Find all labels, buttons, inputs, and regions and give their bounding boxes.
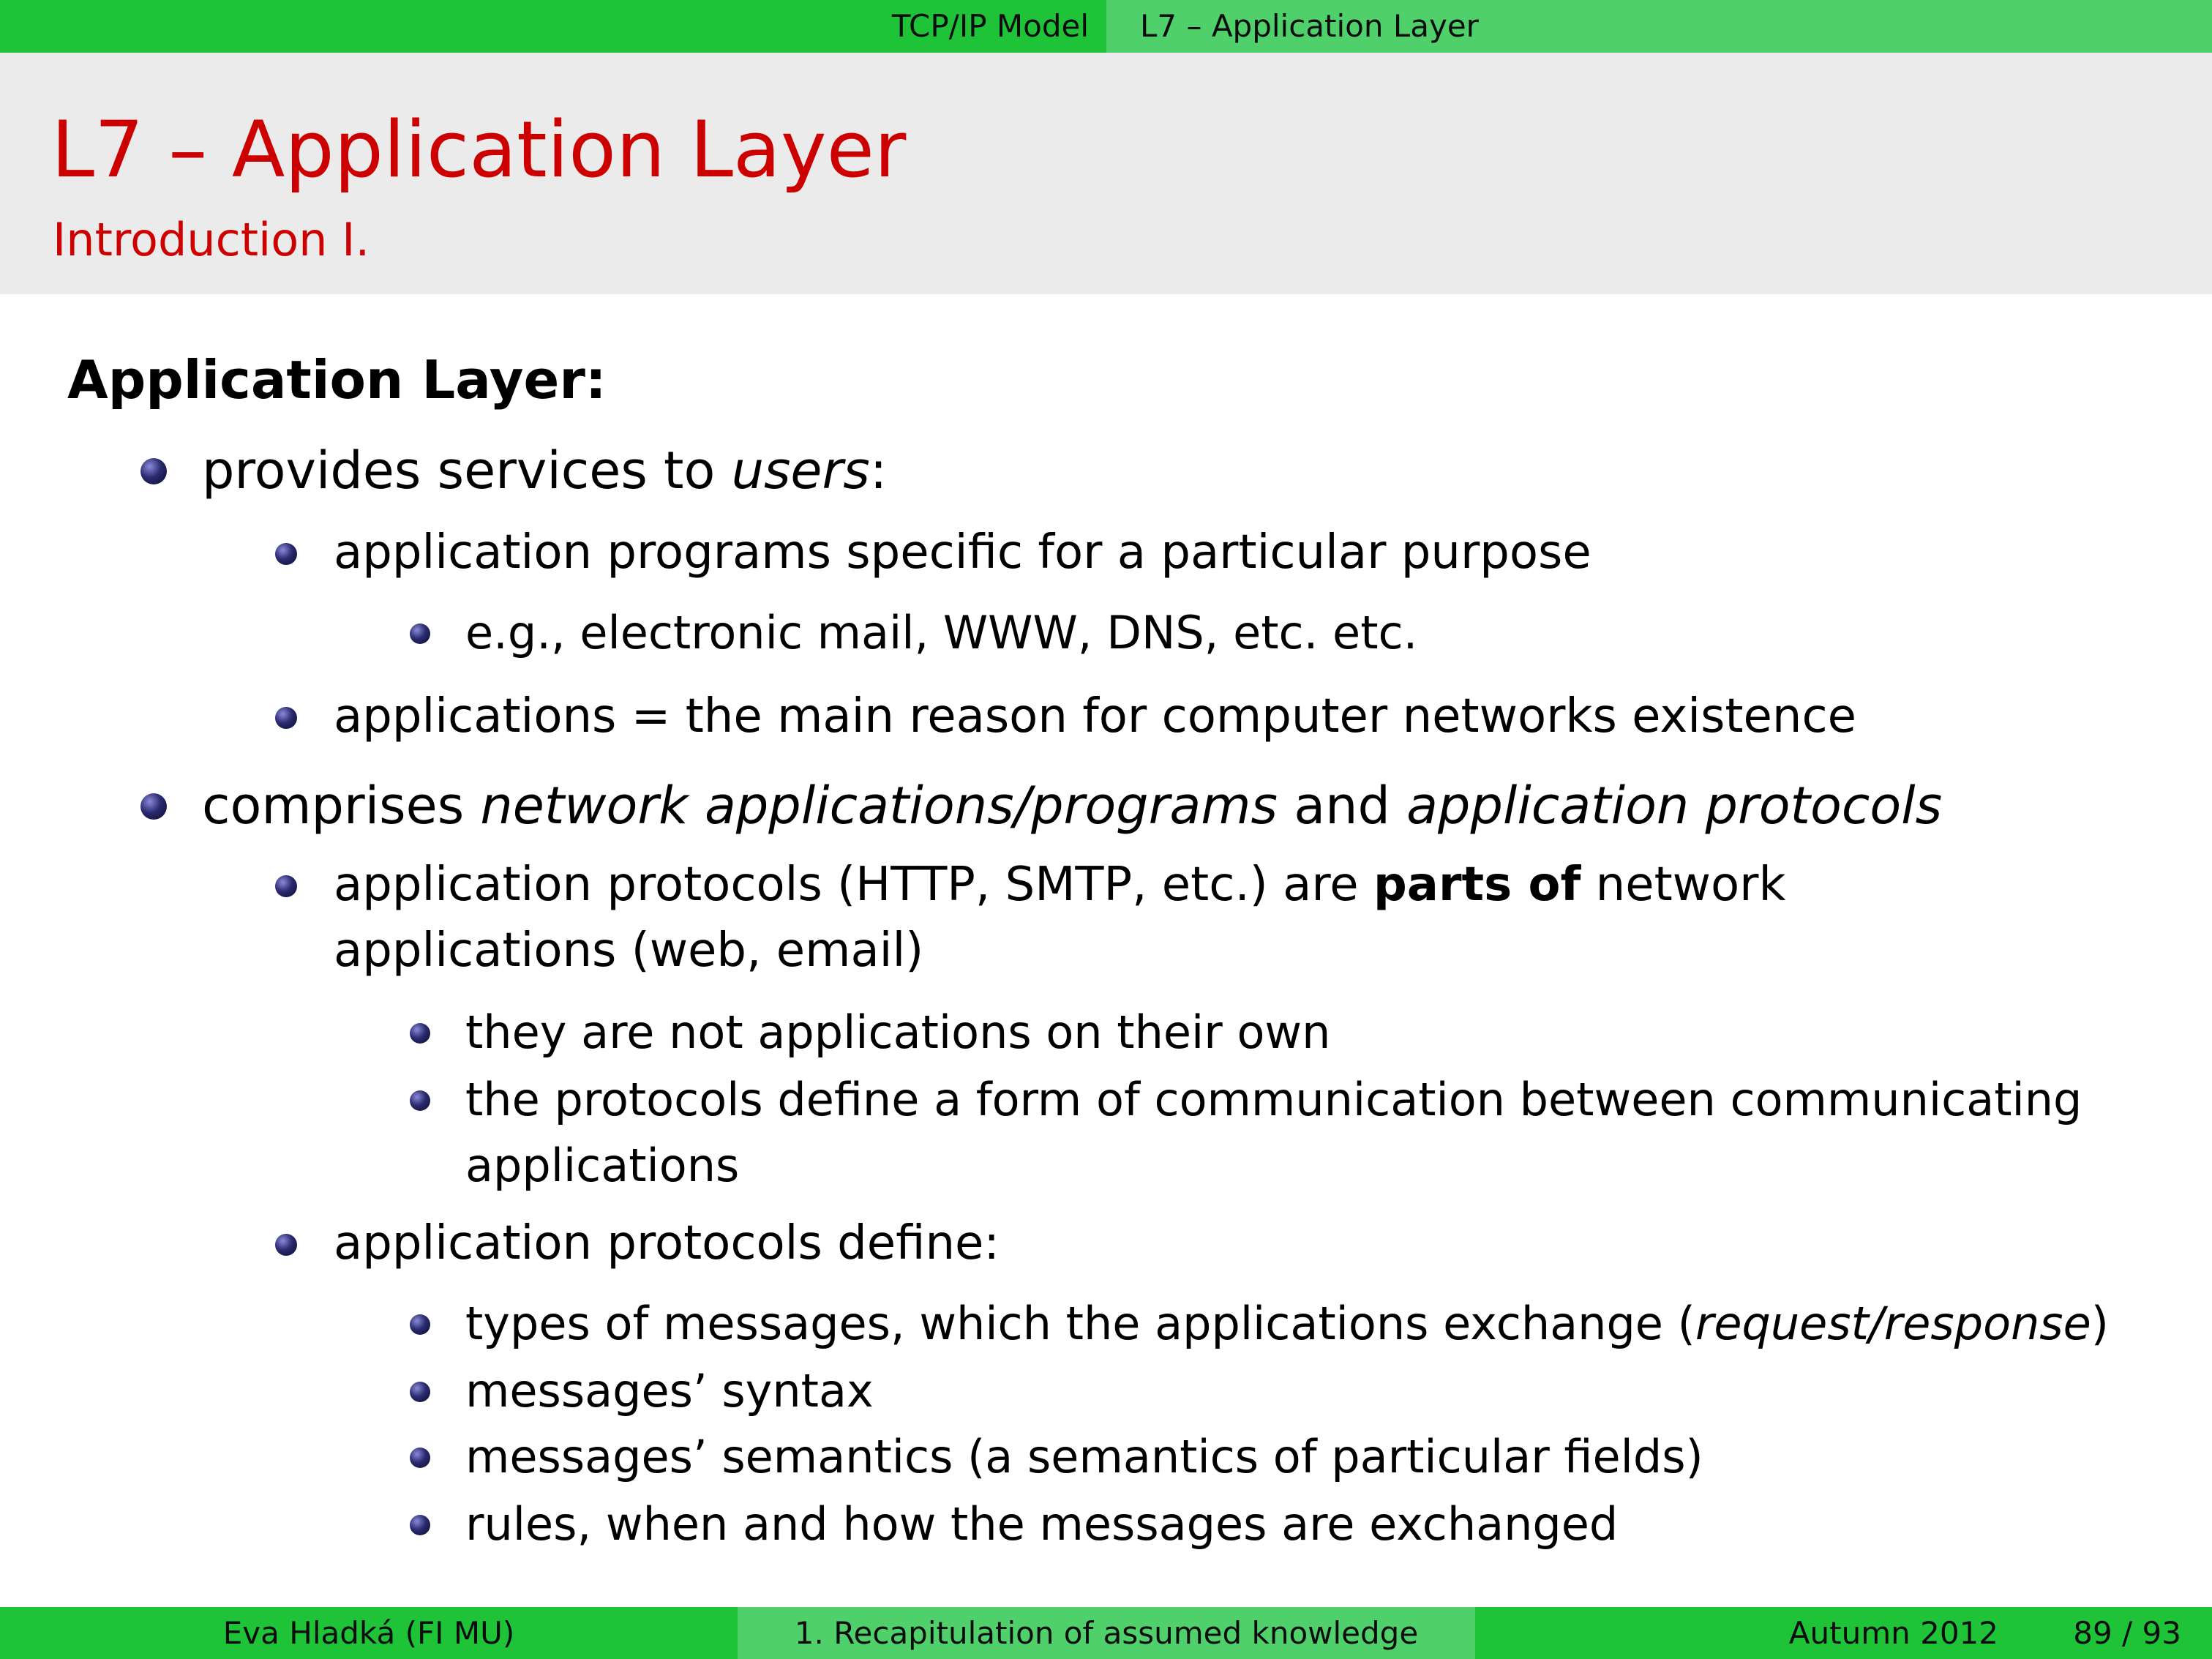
item-text: e.g., electronic mail, WWW, DNS, etc. et… (465, 606, 1418, 659)
bullet-icon (275, 1234, 297, 1256)
footer-course: 1. Recapitulation of assumed knowledge (738, 1607, 1475, 1659)
bullet-icon (410, 1314, 430, 1335)
item-text: applications = the main reason for compu… (334, 689, 1856, 744)
nav-section-label: TCP/IP Model (891, 8, 1089, 44)
list-item: the protocols define a form of communica… (410, 1067, 2082, 1199)
bullet-icon (410, 1515, 430, 1535)
list-item: messages’ semantics (a semantics of part… (410, 1424, 1703, 1490)
list-item: messages’ syntax (410, 1358, 874, 1424)
bullet-icon (410, 1090, 430, 1111)
bullet-icon (140, 458, 167, 484)
item-text: and (1277, 776, 1407, 836)
slide-footer: Eva Hladká (FI MU) 1. Recapitulation of … (0, 1607, 2212, 1659)
item-text: messages’ syntax (465, 1364, 874, 1418)
bullet-icon (275, 707, 297, 729)
bullet-icon (275, 875, 297, 897)
bullet-icon (275, 543, 297, 565)
slide-title: L7 – Application Layer (51, 105, 907, 195)
item-text: comprises (202, 776, 481, 836)
top-navigation-bar: TCP/IP Model L7 – Application Layer (0, 0, 2212, 53)
item-text: application programs specific for a part… (334, 525, 1591, 580)
list-item: provides services to users: (140, 438, 888, 503)
content-heading: Application Layer: (67, 349, 607, 411)
bullet-icon (410, 1023, 430, 1044)
item-text: : (869, 441, 888, 501)
list-item: e.g., electronic mail, WWW, DNS, etc. et… (410, 600, 1418, 666)
item-text: provides services to (202, 441, 732, 501)
item-emphasis: network applications/programs (480, 776, 1278, 836)
page-number: 89 / 93 (2073, 1615, 2181, 1651)
list-item: comprises network applications/programs … (140, 773, 1943, 839)
slide-content: Application Layer: provides services to … (0, 294, 2212, 1597)
item-emphasis: request/response (1695, 1297, 2091, 1350)
list-item: applications = the main reason for compu… (275, 684, 1856, 749)
list-item: they are not applications on their own (410, 1000, 1331, 1066)
nav-section-link[interactable]: TCP/IP Model (0, 0, 1106, 53)
slide-title-block: L7 – Application Layer Introduction I. (0, 53, 2212, 294)
item-text: application protocols (HTTP, SMTP, etc.)… (334, 858, 1373, 912)
item-emphasis: users (731, 441, 870, 501)
item-text: types of messages, which the application… (465, 1297, 1695, 1350)
bullet-icon (410, 1382, 430, 1402)
bullet-icon (410, 623, 430, 644)
footer-author: Eva Hladká (FI MU) (0, 1607, 738, 1659)
footer-right-panel: Autumn 2012 89 / 93 (1475, 1607, 2212, 1659)
item-text: application protocols define: (334, 1216, 1000, 1270)
list-item: rules, when and how the messages are exc… (410, 1491, 1619, 1557)
nav-subsection-label: L7 – Application Layer (1140, 8, 1479, 44)
nav-subsection-link[interactable]: L7 – Application Layer (1106, 0, 2212, 53)
item-text: the protocols define a form of communica… (465, 1073, 2082, 1126)
item-text: they are not applications on their own (465, 1005, 1331, 1059)
bullet-icon (140, 793, 167, 820)
list-item: application protocols (HTTP, SMTP, etc.)… (275, 852, 1786, 984)
item-text-line2: applications (web, email) (334, 924, 924, 978)
item-text-line2: applications (465, 1139, 740, 1192)
item-strong: parts of (1373, 858, 1581, 912)
item-emphasis: application protocols (1406, 776, 1943, 836)
list-item: types of messages, which the application… (410, 1291, 2109, 1357)
item-text: rules, when and how the messages are exc… (465, 1497, 1619, 1551)
item-text: ) (2091, 1297, 2109, 1350)
list-item: application programs specific for a part… (275, 520, 1591, 585)
footer-date: Autumn 2012 (1788, 1615, 1998, 1651)
item-text: messages’ semantics (a semantics of part… (465, 1430, 1703, 1483)
list-item: application protocols define: (275, 1210, 1000, 1276)
bullet-icon (410, 1448, 430, 1468)
slide-subtitle: Introduction I. (53, 213, 370, 266)
item-text: network (1581, 858, 1786, 912)
